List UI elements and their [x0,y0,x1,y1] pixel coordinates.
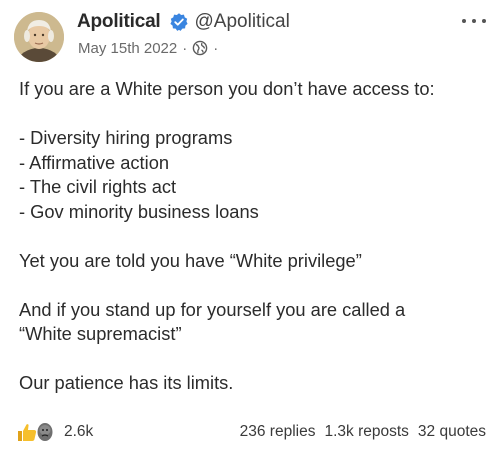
post-line: - Affirmative action [19,151,170,173]
reaction-count[interactable]: 2.6k [64,423,93,441]
verified-badge-icon [169,12,189,32]
author-display-name[interactable]: Apolitical [77,11,161,33]
post-line: “White supremacist” [19,323,182,344]
replies-count[interactable]: 236 replies [240,423,316,441]
post-line: And if you stand up for yourself you are… [19,298,406,320]
ellipsis-icon[interactable] [462,16,486,26]
meta-separator-trailing: · [213,39,219,57]
post-line: - The civil rights act [19,176,177,197]
post-line: If you are a White person you don’t have… [19,78,435,99]
meta-separator: · [182,39,188,57]
author-handle[interactable]: @Apolitical [195,11,290,33]
quotes-count[interactable]: 32 quotes [418,423,486,441]
portrait-avatar-icon [14,12,64,62]
post-line: - Gov minority business loans [19,200,259,222]
dislike-face-icon [34,421,56,443]
post-card: Apolitical @Apolitical May 15th 2022 · ·… [0,0,500,449]
post-body: If you are a White person you don’t have… [19,77,489,396]
post-line: Yet you are told you have “White privile… [19,249,362,271]
post-line: - Diversity hiring programs [19,127,233,148]
post-stats: 236 replies 1.3k reposts 32 quotes [231,420,486,444]
post-date[interactable]: May 15th 2022 [78,40,177,57]
reactions[interactable]: 2.6k [16,420,93,444]
post-footer: 2.6k 236 replies 1.3k reposts 32 quotes [16,420,486,444]
author-avatar[interactable] [14,12,64,62]
author-header: Apolitical @Apolitical [77,10,290,34]
reposts-count[interactable]: 1.3k reposts [324,423,408,441]
post-meta: May 15th 2022 · · [78,38,223,58]
post-line: Our patience has its limits. [19,372,234,393]
globe-icon [192,40,208,56]
